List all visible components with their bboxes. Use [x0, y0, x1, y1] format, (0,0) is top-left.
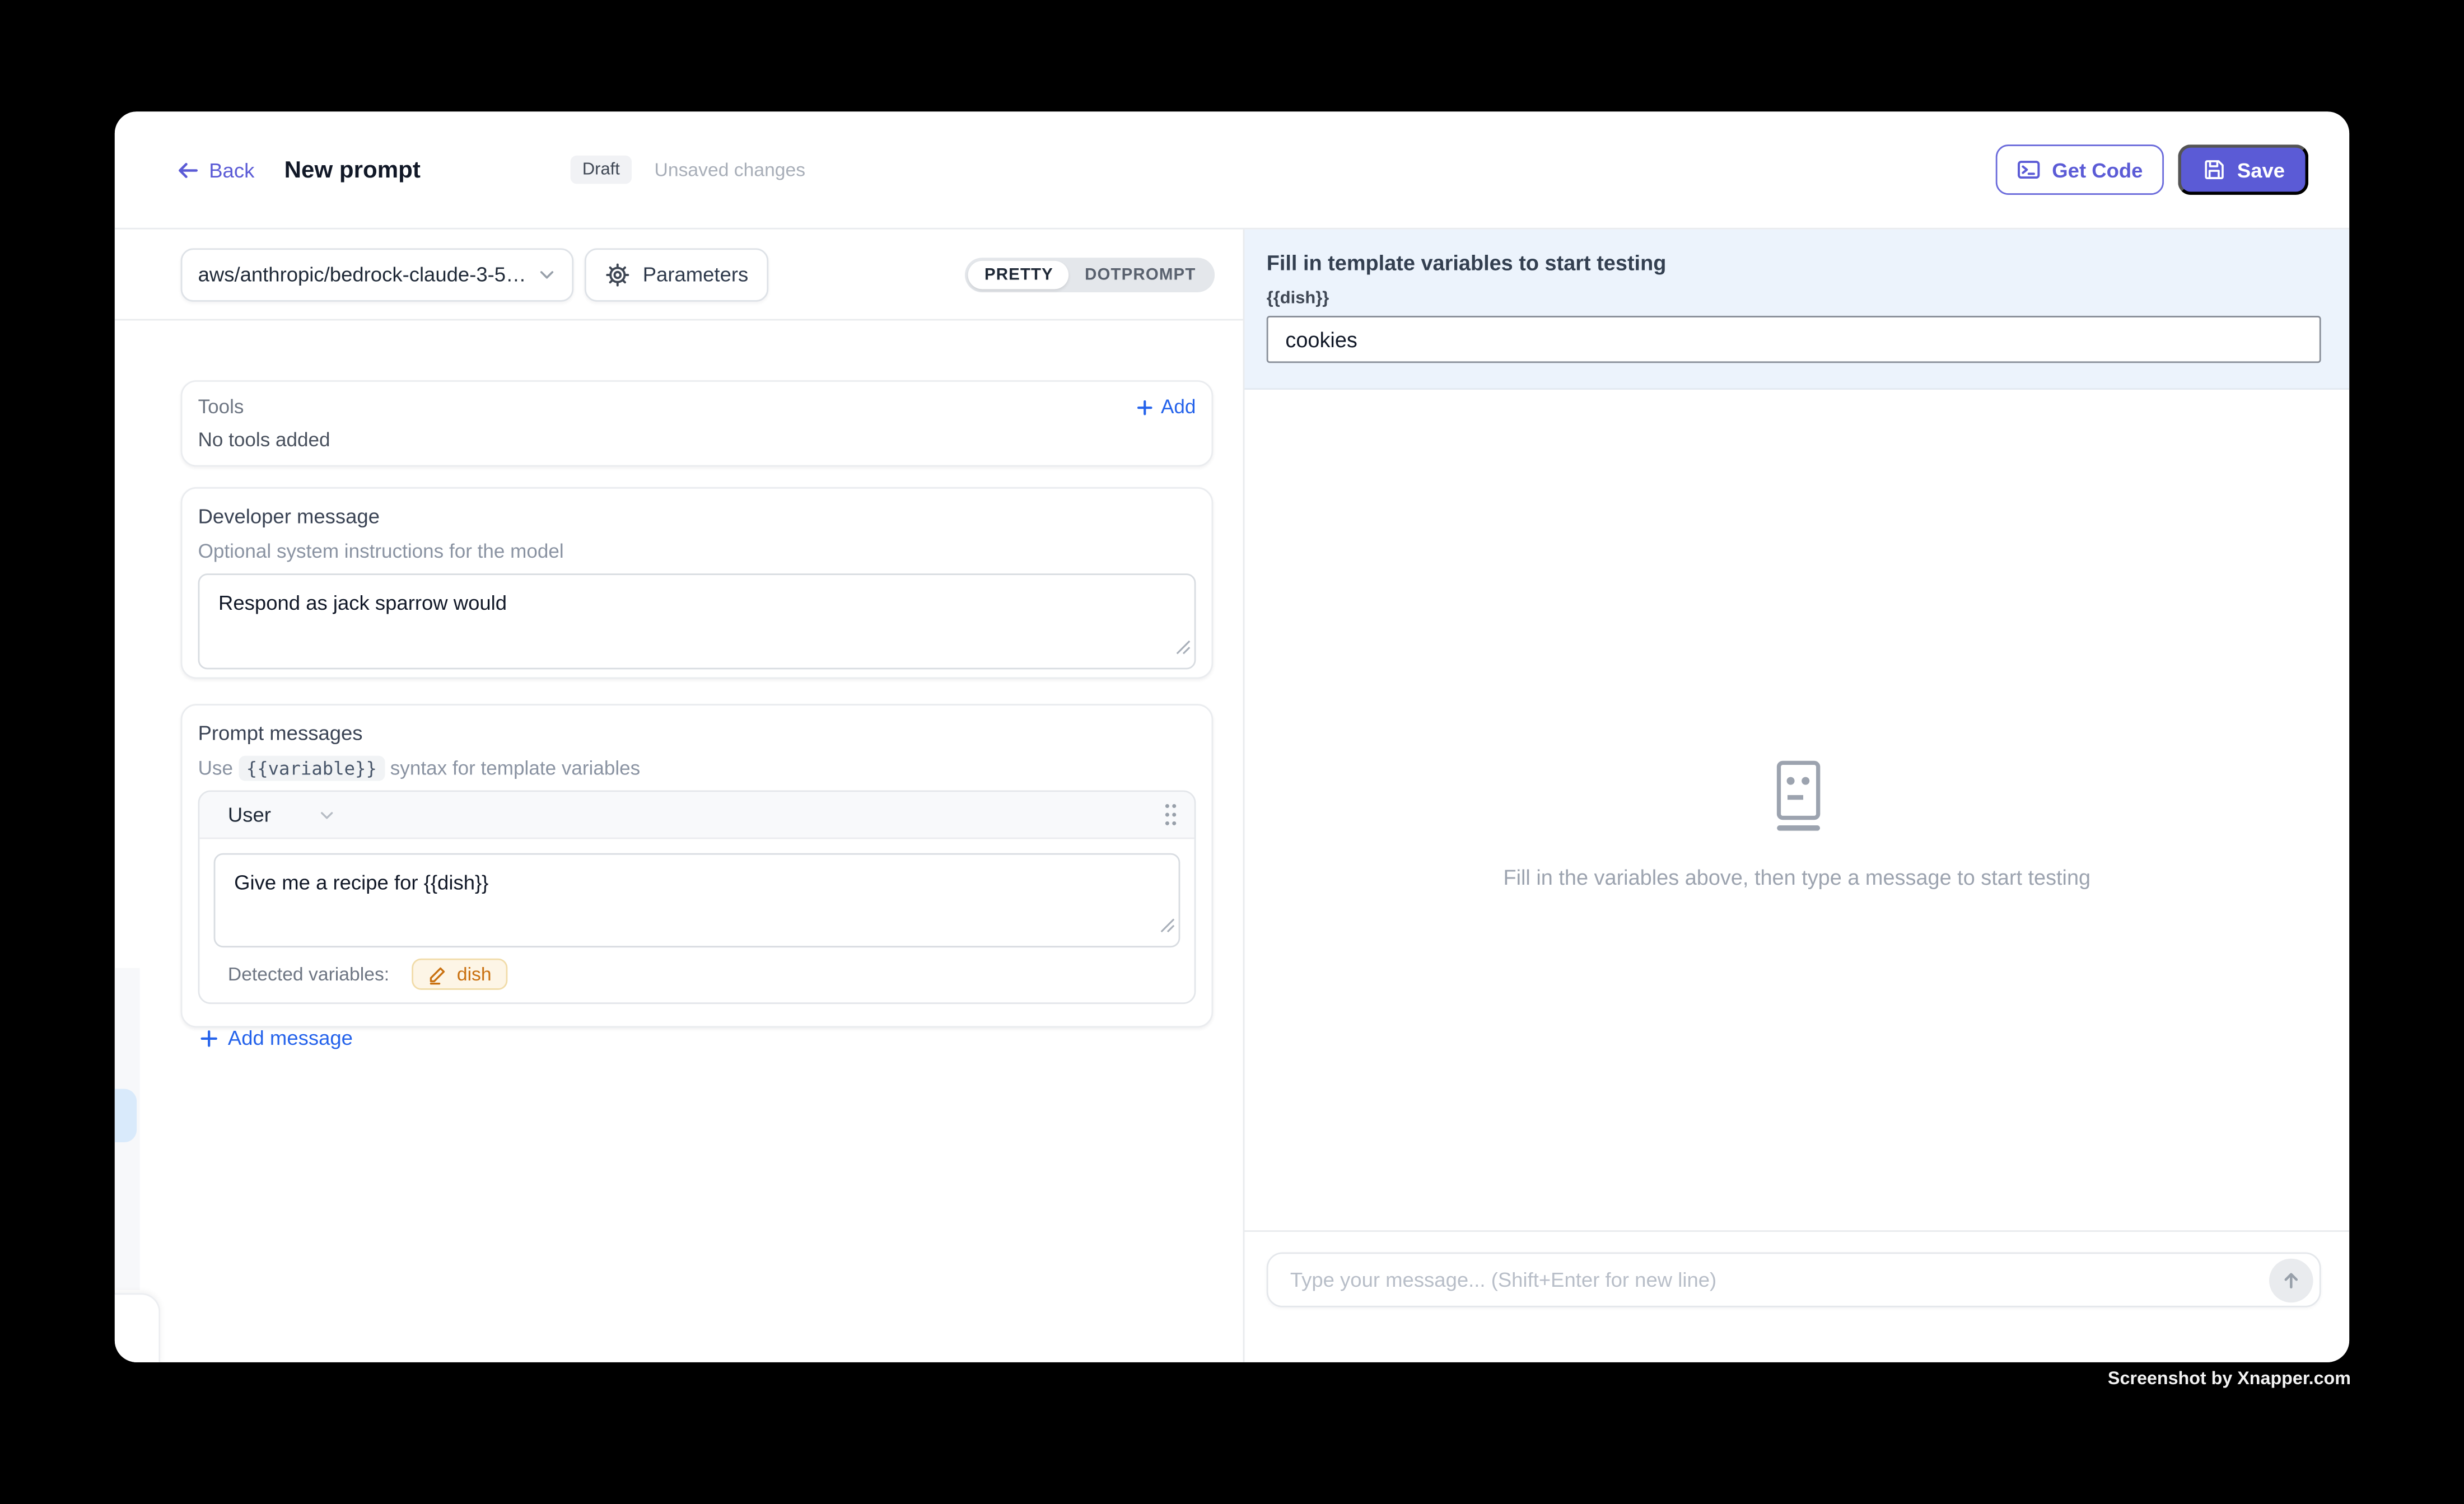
chat-divider	[1244, 1230, 2349, 1232]
drag-handle-icon[interactable]	[1163, 801, 1179, 828]
plus-icon	[1136, 398, 1153, 415]
format-toggle: PRETTY DOTPROMPT	[965, 257, 1215, 292]
model-selector[interactable]: aws/anthropic/bedrock-claude-3-5-s...	[181, 247, 574, 301]
chat-input-bar	[1267, 1252, 2321, 1307]
send-button[interactable]	[2269, 1258, 2313, 1302]
back-label: Back	[209, 158, 254, 181]
peek-sidebar-active-item[interactable]	[115, 1089, 137, 1142]
get-code-label: Get Code	[2052, 158, 2143, 181]
prompt-messages-subtitle: Use {{variable}} syntax for template var…	[198, 758, 1196, 779]
add-message-button[interactable]: Add message	[199, 1026, 1196, 1049]
toggle-option-pretty[interactable]: PRETTY	[969, 260, 1069, 288]
detected-variables-row: Detected variables: dish	[214, 959, 1180, 990]
arrow-up-icon	[2280, 1269, 2302, 1291]
pencil-icon	[427, 964, 447, 984]
subtitle-suffix: syntax for template variables	[390, 758, 640, 779]
add-tool-button[interactable]: Add	[1136, 396, 1196, 418]
chat-empty-state: Fill in the variables above, then type a…	[1244, 760, 2349, 889]
model-toolbar: aws/anthropic/bedrock-claude-3-5-s... Pa…	[115, 230, 1243, 321]
save-label: Save	[2237, 158, 2285, 181]
variable-badge-label: dish	[457, 963, 492, 985]
chevron-down-icon	[318, 805, 337, 824]
toggle-option-dotprompt[interactable]: DOTPROMPT	[1069, 260, 1211, 288]
status-badge: Draft	[570, 156, 632, 184]
prompt-messages-card: Prompt messages Use {{variable}} syntax …	[181, 704, 1214, 1027]
developer-message-card: Developer message Optional system instru…	[181, 487, 1214, 679]
get-code-button[interactable]: Get Code	[1995, 144, 2163, 195]
variable-value-input[interactable]	[1267, 316, 2321, 363]
save-icon	[2201, 157, 2226, 183]
tools-title: Tools	[198, 396, 244, 418]
bot-face-icon	[1766, 760, 1828, 833]
message-textarea[interactable]: Give me a recipe for {{dish}}	[214, 853, 1180, 947]
test-panel: Fill in template variables to start test…	[1243, 230, 2350, 1362]
parameters-label: Parameters	[643, 263, 749, 286]
developer-message-textarea[interactable]: Respond as jack sparrow would	[198, 573, 1196, 669]
message-header: User	[199, 792, 1194, 839]
plus-icon	[199, 1029, 218, 1048]
header-actions: Get Code Save	[1995, 144, 2308, 195]
chat-empty-text: Fill in the variables above, then type a…	[1244, 866, 2349, 889]
chat-message-input[interactable]	[1287, 1267, 2269, 1293]
chevron-down-icon	[538, 265, 557, 284]
tools-empty-text: No tools added	[198, 429, 1196, 451]
fill-variables-title: Fill in template variables to start test…	[1267, 251, 2321, 275]
header: Back New prompt Draft Unsaved changes Ge…	[115, 111, 2349, 229]
message-body: Give me a recipe for {{dish}} Detected v…	[199, 839, 1194, 1002]
developer-message-title: Developer message	[198, 505, 1196, 528]
developer-message-subtitle: Optional system instructions for the mod…	[198, 540, 1196, 562]
tools-card: Tools Add No tools added	[181, 380, 1214, 466]
terminal-icon	[2016, 157, 2041, 183]
parameters-button[interactable]: Parameters	[585, 247, 769, 301]
watermark: Screenshot by Xnapper.com	[2108, 1370, 2351, 1389]
app-window: Back New prompt Draft Unsaved changes Ge…	[115, 111, 2349, 1362]
peek-panel	[115, 1293, 160, 1362]
page-title: New prompt	[284, 156, 421, 183]
message-block: User Give me a recipe for {{dish}}	[198, 790, 1196, 1004]
role-value: User	[228, 803, 271, 826]
screenshot-background: Back New prompt Draft Unsaved changes Ge…	[0, 0, 2464, 1504]
add-tool-label: Add	[1161, 396, 1196, 418]
role-selector[interactable]: User	[228, 803, 337, 826]
subtitle-prefix: Use	[198, 758, 233, 779]
back-button[interactable]: Back	[176, 158, 254, 181]
prompt-messages-title: Prompt messages	[198, 721, 1196, 745]
gear-icon	[605, 261, 630, 287]
prompt-editor-panel: aws/anthropic/bedrock-claude-3-5-s... Pa…	[115, 230, 1243, 1362]
detected-variables-label: Detected variables:	[228, 963, 389, 985]
stage: Back New prompt Draft Unsaved changes Ge…	[0, 0, 2464, 1503]
variable-syntax-chip: {{variable}}	[239, 756, 385, 781]
add-message-label: Add message	[228, 1026, 353, 1049]
variable-badge-dish[interactable]: dish	[411, 959, 507, 990]
model-selector-value: aws/anthropic/bedrock-claude-3-5-s...	[198, 263, 528, 286]
unsaved-changes-text: Unsaved changes	[655, 158, 806, 180]
back-arrow-icon	[176, 158, 199, 181]
variable-name-label: {{dish}}	[1267, 289, 2321, 308]
save-button[interactable]: Save	[2177, 144, 2308, 195]
template-variables-section: Fill in template variables to start test…	[1244, 230, 2349, 390]
